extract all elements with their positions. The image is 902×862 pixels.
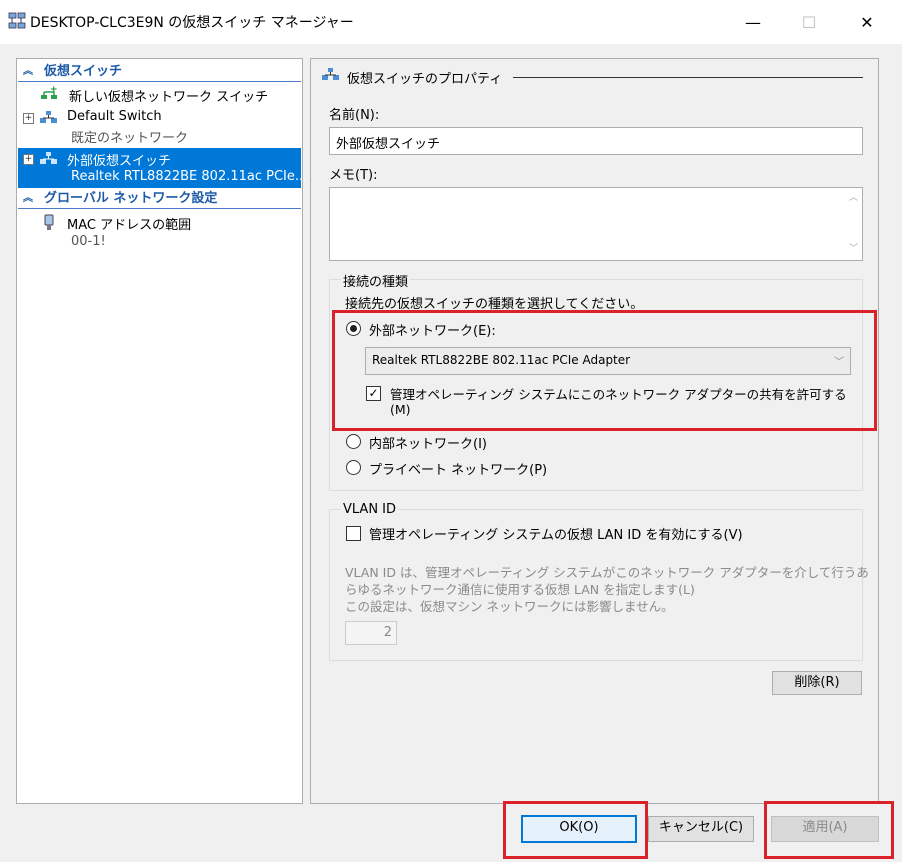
tree-item-label: 外部仮想スイッチ (67, 154, 172, 169)
scroll-up-icon: ︿ (849, 193, 859, 203)
maximize-icon: ☐ (801, 12, 817, 32)
properties-panel: 仮想スイッチのプロパティ 名前(N): 外部仮想スイッチ メモ(T): ︿ ﹀ … (310, 58, 879, 804)
expand-icon[interactable]: + (23, 154, 34, 165)
private-network-label: プライベート ネットワーク(P) (369, 463, 548, 478)
title-bar: DESKTOP-CLC3E9N の仮想スイッチ マネージャー — ☐ ✕ (0, 0, 902, 44)
tree-item-sublabel: 00-1! (71, 234, 106, 249)
expand-icon[interactable]: + (23, 113, 34, 124)
header-divider (513, 77, 863, 78)
section-global-network[interactable]: ︽ グローバル ネットワーク設定 (18, 190, 301, 209)
svg-text:+: + (50, 86, 58, 95)
tree-item-label: Default Switch (67, 109, 162, 124)
vlan-enable-label: 管理オペレーティング システムの仮想 LAN ID を有効にする(V) (369, 528, 743, 543)
section-virtual-switches[interactable]: ︽ 仮想スイッチ (18, 63, 301, 82)
mac-address-icon (44, 214, 54, 230)
vlan-enable-checkbox[interactable] (346, 526, 361, 541)
new-switch-icon: + (41, 86, 58, 99)
name-value: 外部仮想スイッチ (336, 137, 441, 152)
close-button[interactable]: ✕ (844, 0, 890, 44)
cancel-button[interactable]: キャンセル(C) (648, 816, 754, 842)
section-title: 仮想スイッチ (44, 64, 123, 79)
memo-label: メモ(T): (329, 168, 378, 183)
maximize-button[interactable]: ☐ (786, 0, 832, 44)
window-title: DESKTOP-CLC3E9N の仮想スイッチ マネージャー (30, 15, 354, 31)
network-switch-icon (40, 111, 57, 123)
connection-type-title: 接続の種類 (341, 271, 411, 290)
tree-item-label: MAC アドレスの範囲 (67, 218, 192, 233)
tree-item-sublabel: 既定のネットワーク (71, 131, 189, 146)
name-field[interactable]: 外部仮想スイッチ (329, 127, 863, 155)
delete-button[interactable]: 削除(R) (772, 671, 862, 695)
internal-network-label: 内部ネットワーク(I) (369, 437, 487, 452)
memo-field[interactable]: ︿ ﹀ (329, 187, 863, 261)
private-network-radio[interactable] (346, 460, 361, 475)
vlan-id-value: 2 (383, 625, 392, 640)
vlan-description-3: この設定は、仮想マシン ネットワークには影響しません。 (345, 599, 674, 614)
properties-header: 仮想スイッチのプロパティ (347, 72, 503, 87)
memo-scrollbar[interactable]: ︿ ﹀ (846, 188, 862, 260)
vlan-title: VLAN ID (341, 502, 399, 517)
vlan-id-field[interactable]: 2 (345, 621, 397, 645)
network-switch-icon (322, 68, 339, 80)
scroll-down-icon: ﹀ (849, 244, 859, 254)
tree-item-label: 新しい仮想ネットワーク スイッチ (69, 90, 269, 105)
network-switch-icon (40, 152, 57, 164)
minimize-icon: — (745, 12, 761, 32)
switch-tree[interactable]: ︽ 仮想スイッチ + 新しい仮想ネットワーク スイッチ + Default Sw… (16, 58, 307, 804)
name-label: 名前(N): (329, 108, 380, 123)
highlight-ok-button (503, 801, 648, 859)
internal-network-radio[interactable] (346, 434, 361, 449)
collapse-icon: ︽ (23, 193, 33, 204)
highlight-apply-button (764, 801, 894, 859)
highlight-external-network (332, 310, 877, 431)
switch-manager-icon (8, 12, 26, 29)
minimize-button[interactable]: — (730, 0, 776, 44)
collapse-icon: ︽ (23, 66, 33, 77)
tree-item-sublabel: Realtek RTL8822BE 802.11ac PCIe... (71, 169, 308, 184)
close-icon: ✕ (860, 12, 874, 32)
section-title: グローバル ネットワーク設定 (44, 191, 218, 206)
